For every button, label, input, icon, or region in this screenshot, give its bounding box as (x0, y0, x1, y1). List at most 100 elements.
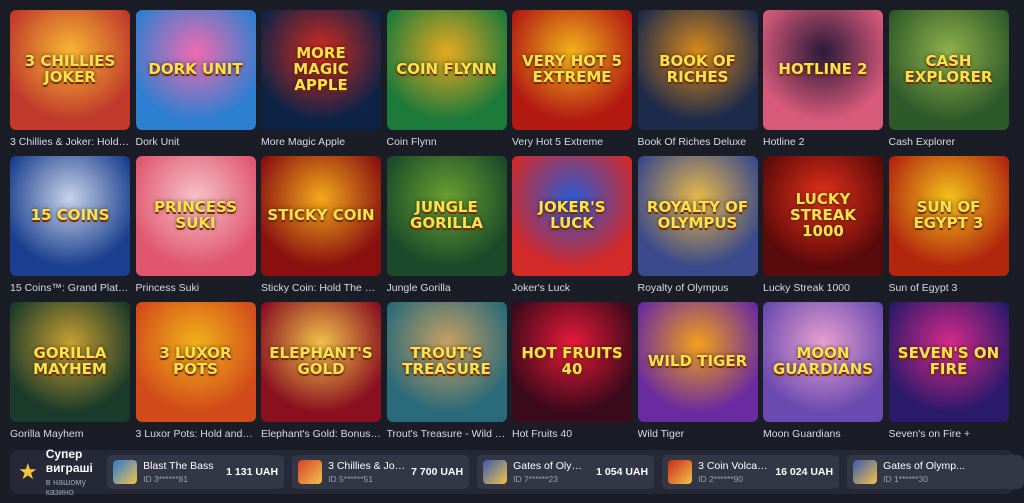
game-card[interactable]: Wild Tiger Wild Tiger (637, 302, 758, 448)
game-title[interactable]: 15 Coins™: Grand Platinu... (10, 282, 130, 294)
game-thumbnail[interactable]: 15 Coins (10, 156, 130, 276)
win-game-name: Blast The Bass (143, 460, 214, 472)
game-icon (483, 460, 508, 484)
win-item[interactable]: Gates of Olymp... ID 7******23 1 054 UAH (477, 455, 655, 489)
game-card[interactable]: Seven's on Fire Seven's on Fire + (888, 302, 1009, 448)
game-logo: 3 Chillies Joker (24, 52, 116, 86)
game-logo: Elephant's Gold (269, 344, 373, 378)
game-thumbnail[interactable]: Princess Suki (135, 156, 256, 276)
game-thumbnail[interactable]: Royalty of Olympus (637, 156, 758, 276)
game-title[interactable]: Moon Guardians (763, 428, 883, 440)
game-title[interactable]: Princess Suki (136, 282, 256, 294)
win-item[interactable]: Blast The Bass ID 3******81 1 131 UAH (107, 455, 285, 489)
game-thumbnail[interactable]: Jungle Gorilla (386, 156, 507, 276)
game-icon (853, 460, 878, 484)
game-logo: Coin Flynn (396, 60, 497, 79)
game-thumbnail[interactable]: Coin Flynn (386, 10, 507, 130)
game-title[interactable]: Coin Flynn (387, 136, 507, 148)
win-item[interactable]: Gates of Olymp... ID 1******30 (847, 455, 1024, 489)
game-card[interactable]: Dork Unit Dork Unit (135, 10, 256, 156)
game-card[interactable]: 3 Chillies Joker 3 Chillies & Joker: Hold… (10, 10, 130, 156)
game-thumbnail[interactable]: Joker's Luck (512, 156, 632, 276)
game-logo: Cash Explorer (904, 52, 993, 86)
game-card[interactable]: Lucky Streak 1000 Lucky Streak 1000 (763, 156, 883, 302)
game-card[interactable]: Princess Suki Princess Suki (135, 156, 256, 302)
game-thumbnail[interactable]: Dork Unit (135, 10, 256, 130)
game-card[interactable]: 3 Luxor Pots 3 Luxor Pots: Hold and Win (135, 302, 256, 448)
game-thumbnail[interactable]: Book of Riches (637, 10, 758, 130)
game-thumbnail[interactable]: Moon Guardians (763, 302, 883, 422)
game-title[interactable]: Hotline 2 (763, 136, 883, 148)
game-icon (298, 460, 323, 484)
promo-subtitle: в нашому казино (45, 477, 87, 497)
game-title[interactable]: Lucky Streak 1000 (763, 282, 883, 294)
game-thumbnail[interactable]: Lucky Streak 1000 (763, 156, 883, 276)
game-title[interactable]: Royalty of Olympus (638, 282, 758, 294)
game-card[interactable]: Sun of Egypt 3 Sun of Egypt 3 (888, 156, 1009, 302)
game-card[interactable]: Coin Flynn Coin Flynn (386, 10, 507, 156)
game-title[interactable]: Dork Unit (136, 136, 256, 148)
game-thumbnail[interactable]: Sun of Egypt 3 (888, 156, 1009, 276)
game-title[interactable]: Book Of Riches Deluxe (638, 136, 758, 148)
game-card[interactable]: Royalty of Olympus Royalty of Olympus (637, 156, 758, 302)
game-title[interactable]: 3 Chillies & Joker: Hold a... (10, 136, 130, 148)
game-thumbnail[interactable]: Elephant's Gold (261, 302, 381, 422)
game-card[interactable]: Jungle Gorilla Jungle Gorilla (386, 156, 507, 302)
game-thumbnail[interactable]: Gorilla Mayhem (10, 302, 130, 422)
game-card[interactable]: Joker's Luck Joker's Luck (512, 156, 632, 302)
game-thumbnail[interactable]: Wild Tiger (637, 302, 758, 422)
game-title[interactable]: Seven's on Fire + (889, 428, 1009, 440)
game-logo: 3 Luxor Pots (159, 344, 232, 378)
promo-title: Супер виграші (45, 447, 93, 475)
game-thumbnail[interactable]: Very Hot 5 Extreme (512, 10, 632, 130)
win-item[interactable]: 3 Coin Volcan... ID 2******90 16 024 UAH (662, 455, 840, 489)
game-thumbnail[interactable]: Hot Fruits 40 (512, 302, 632, 422)
star-icon: ★ (18, 459, 38, 484)
game-thumbnail[interactable]: Sticky Coin (261, 156, 381, 276)
game-title[interactable]: Very Hot 5 Extreme (512, 136, 632, 148)
game-card[interactable]: Sticky Coin Sticky Coin: Hold The Spin (261, 156, 381, 302)
game-icon (113, 460, 138, 484)
game-title[interactable]: Joker's Luck (512, 282, 632, 294)
game-card[interactable]: Hot Fruits 40 Hot Fruits 40 (512, 302, 632, 448)
game-card[interactable]: Trout's Treasure Trout's Treasure - Wild … (386, 302, 507, 448)
game-card[interactable]: More Magic Apple More Magic Apple (261, 10, 381, 156)
game-title[interactable]: Wild Tiger (638, 428, 758, 440)
game-title[interactable]: Elephant's Gold: Bonus C... (261, 428, 381, 440)
game-title[interactable]: Gorilla Mayhem (10, 428, 130, 440)
game-logo: Hotline 2 (778, 60, 868, 79)
game-logo: Trout's Treasure (402, 344, 491, 378)
game-logo: Royalty of Olympus (646, 198, 749, 232)
win-amount: 1 131 UAH (226, 466, 279, 478)
game-title[interactable]: More Magic Apple (261, 136, 381, 148)
game-thumbnail[interactable]: 3 Chillies Joker (10, 10, 130, 130)
game-title[interactable]: Jungle Gorilla (387, 282, 507, 294)
game-card[interactable]: Gorilla Mayhem Gorilla Mayhem (10, 302, 130, 448)
game-card[interactable]: Book of Riches Book Of Riches Deluxe (637, 10, 758, 156)
game-thumbnail[interactable]: Cash Explorer (888, 10, 1009, 130)
game-title[interactable]: Sun of Egypt 3 (889, 282, 1009, 294)
win-game-name: Gates of Olymp... (883, 460, 965, 472)
game-logo: Dork Unit (148, 60, 243, 79)
win-player-id: ID 1******30 (883, 474, 928, 484)
game-card[interactable]: Hotline 2 Hotline 2 (763, 10, 883, 156)
game-thumbnail[interactable]: Seven's on Fire (888, 302, 1009, 422)
game-title[interactable]: Hot Fruits 40 (512, 428, 632, 440)
game-logo: Princess Suki (154, 198, 237, 232)
game-card[interactable]: Elephant's Gold Elephant's Gold: Bonus C.… (261, 302, 381, 448)
game-title[interactable]: Cash Explorer (889, 136, 1009, 148)
game-title[interactable]: 3 Luxor Pots: Hold and Win (136, 428, 256, 440)
game-logo: 15 Coins (30, 206, 110, 225)
game-thumbnail[interactable]: Trout's Treasure (386, 302, 507, 422)
game-card[interactable]: Very Hot 5 Extreme Very Hot 5 Extreme (512, 10, 632, 156)
game-thumbnail[interactable]: Hotline 2 (763, 10, 883, 130)
win-item[interactable]: 3 Chillies & Jok... ID 5******51 7 700 UAH (292, 455, 470, 489)
game-title[interactable]: Sticky Coin: Hold The Spin (261, 282, 381, 294)
game-thumbnail[interactable]: More Magic Apple (261, 10, 381, 130)
game-card[interactable]: Cash Explorer Cash Explorer (888, 10, 1009, 156)
game-thumbnail[interactable]: 3 Luxor Pots (135, 302, 256, 422)
game-title[interactable]: Trout's Treasure - Wild Ri... (387, 428, 507, 440)
game-card[interactable]: 15 Coins 15 Coins™: Grand Platinu... (10, 156, 130, 302)
game-card[interactable]: Moon Guardians Moon Guardians (763, 302, 883, 448)
big-wins-promo[interactable]: ★ Супер виграші в нашому казино (18, 447, 99, 497)
